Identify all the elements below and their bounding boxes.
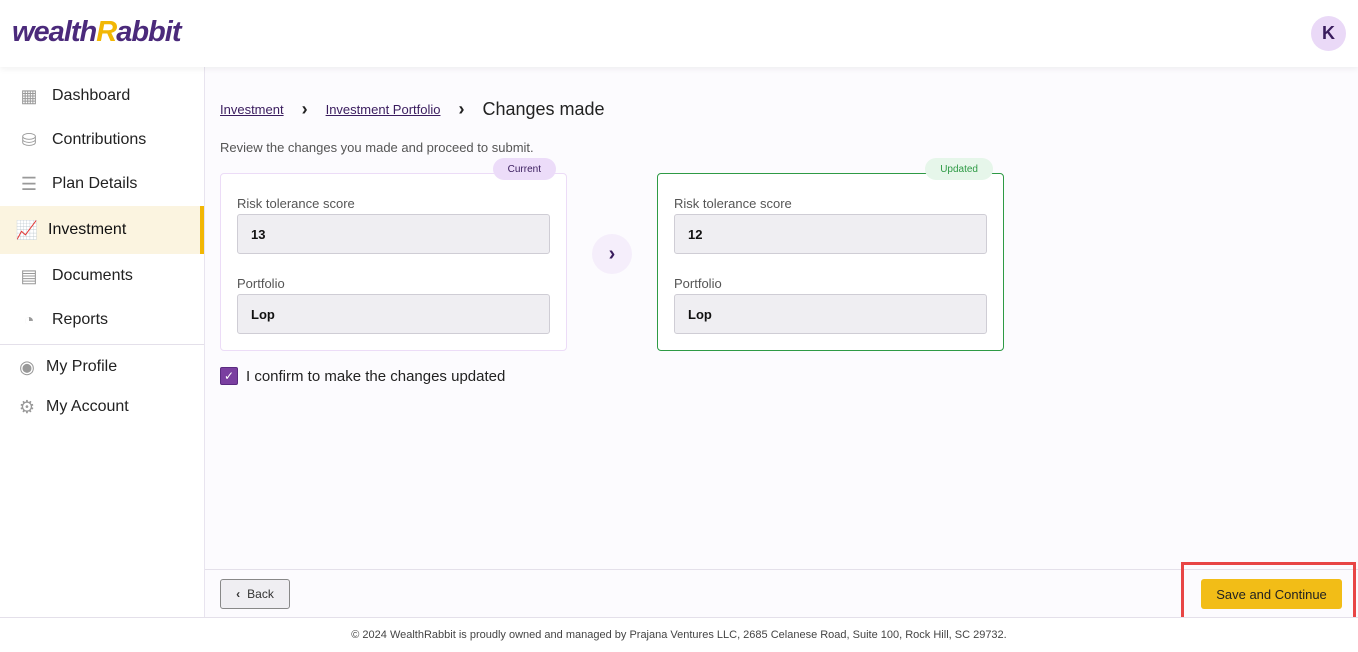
document-icon: ▤ (20, 265, 38, 286)
sidebar-item-label: My Profile (46, 358, 118, 375)
current-risk-field: 13 (237, 214, 550, 254)
sidebar-item-label: Contributions (52, 131, 147, 148)
page-title: Changes made (482, 99, 605, 119)
sidebar-item-label: Dashboard (52, 87, 131, 104)
breadcrumb: Investment › Investment Portfolio › Chan… (220, 99, 605, 120)
confirm-label: I confirm to make the changes updated (246, 367, 506, 385)
action-bar: ‹ Back Save and Continue (205, 562, 1358, 627)
chevron-right-icon: › (592, 234, 632, 274)
avatar[interactable]: K (1311, 16, 1346, 51)
page-subtitle: Review the changes you made and proceed … (220, 140, 534, 155)
sidebar: ▦ Dashboard ⛁ Contributions ☰ Plan Details … (0, 67, 205, 617)
chevron-right-icon: › (458, 99, 465, 119)
current-badge: Current (492, 158, 556, 180)
sidebar-item-label: Documents (52, 267, 133, 284)
logo[interactable]: wealthRabbit (12, 16, 181, 49)
sidebar-item-my-account[interactable]: ⚙ My Account (0, 389, 204, 425)
save-and-continue-button[interactable]: Save and Continue (1201, 579, 1342, 609)
chevron-right-icon: › (301, 99, 308, 119)
sidebar-item-label: Investment (48, 221, 127, 238)
sidebar-item-plan-details[interactable]: ☰ Plan Details (0, 162, 204, 206)
sidebar-item-label: My Account (46, 398, 129, 415)
risk-label: Risk tolerance score (674, 196, 792, 211)
portfolio-label: Portfolio (674, 276, 722, 291)
clipboard-icon: ☰ (20, 173, 38, 194)
user-gear-icon: ⚙ (18, 396, 36, 417)
sidebar-item-my-profile[interactable]: ◉ My Profile (0, 345, 204, 389)
sidebar-item-reports[interactable]: ◔ Reports (0, 298, 204, 342)
sidebar-item-contributions[interactable]: ⛁ Contributions (0, 118, 204, 162)
pie-chart-icon: ◔ (23, 309, 35, 330)
updated-portfolio-field: Lop (674, 294, 987, 334)
dashboard-icon: ▦ (20, 85, 38, 106)
current-card: Current Risk tolerance score 13 Portfoli… (220, 158, 567, 351)
chevron-left-icon: ‹ (236, 587, 241, 601)
main-content: Investment › Investment Portfolio › Chan… (205, 67, 1358, 569)
risk-label: Risk tolerance score (237, 196, 355, 211)
updated-risk-field: 12 (674, 214, 987, 254)
user-circle-icon: ◉ (19, 356, 35, 377)
back-label: Back (247, 587, 274, 601)
sidebar-item-label: Plan Details (52, 175, 138, 192)
confirm-checkbox-row[interactable]: ✓ I confirm to make the changes updated (220, 367, 505, 385)
updated-badge: Updated (925, 158, 993, 180)
portfolio-label: Portfolio (237, 276, 285, 291)
current-portfolio-field: Lop (237, 294, 550, 334)
copyright: © 2024 WealthRabbit is proudly owned and… (0, 617, 1358, 652)
sidebar-item-dashboard[interactable]: ▦ Dashboard (0, 74, 204, 118)
header: wealthRabbit K (0, 0, 1358, 67)
confirm-checkbox[interactable]: ✓ (220, 367, 238, 385)
breadcrumb-investment[interactable]: Investment (220, 102, 284, 117)
back-button[interactable]: ‹ Back (220, 579, 290, 609)
check-icon: ✓ (223, 369, 235, 383)
updated-card: Updated Risk tolerance score 12 Portfoli… (657, 158, 1004, 351)
sidebar-item-documents[interactable]: ▤ Documents (0, 254, 204, 298)
coins-icon: ⛁ (21, 129, 37, 150)
breadcrumb-investment-portfolio[interactable]: Investment Portfolio (326, 102, 441, 117)
sidebar-item-investment[interactable]: 📈 Investment (0, 206, 204, 254)
sidebar-item-label: Reports (52, 311, 109, 328)
investment-chart-icon: 📈 (15, 219, 39, 240)
